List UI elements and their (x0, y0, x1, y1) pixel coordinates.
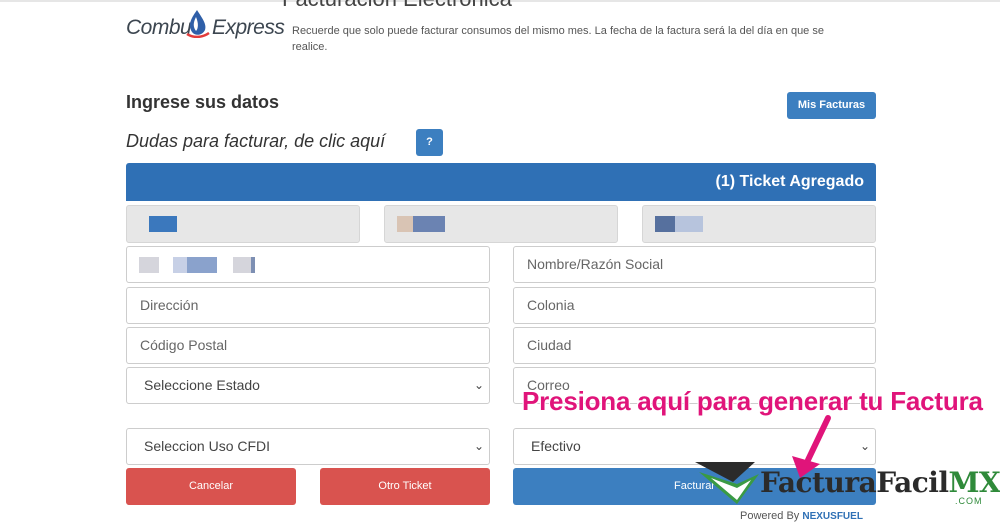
direccion-input[interactable]: Dirección (126, 287, 490, 324)
forma-pago-select-value: Efectivo (531, 438, 581, 454)
help-button[interactable]: ? (416, 129, 443, 156)
colonia-input[interactable]: Colonia (513, 287, 876, 324)
cancelar-button[interactable]: Cancelar (126, 468, 296, 505)
ticket-readonly-field-3 (642, 205, 876, 243)
watermark-suffix: MX (948, 466, 1000, 499)
blurred-value (251, 257, 255, 273)
flame-drop-icon (186, 10, 210, 38)
blurred-value (655, 216, 675, 232)
estado-select-value: Seleccione Estado (144, 377, 260, 393)
mis-facturas-button[interactable]: Mis Facturas (787, 92, 876, 119)
chevron-down-icon: ⌄ (473, 378, 484, 392)
nombre-razon-social-input[interactable]: Nombre/Razón Social (513, 246, 876, 283)
watermark-domain: .COM (955, 496, 983, 506)
powered-by-label: Powered By (740, 510, 800, 522)
codigo-postal-input[interactable]: Código Postal (126, 327, 490, 364)
logo-word-left: Combu (126, 16, 192, 39)
logo-word-right: Express (212, 16, 285, 39)
section-title: Ingrese sus datos (126, 92, 280, 112)
billing-notice: Recuerde que solo puede facturar consumo… (292, 25, 824, 53)
blurred-value (187, 257, 217, 273)
facturafacil-logo-icon (695, 462, 759, 504)
instruction-annotation: Presiona aquí para generar tu Factura (522, 386, 983, 416)
blurred-value (139, 257, 159, 273)
uso-cfdi-select-value: Seleccion Uso CFDI (144, 438, 271, 454)
page-title: Facturación Electrónica (282, 0, 512, 12)
blurred-value (675, 216, 703, 232)
chevron-down-icon: ⌄ (859, 439, 870, 453)
otro-ticket-button[interactable]: Otro Ticket (320, 468, 490, 505)
ticket-readonly-field-2 (384, 205, 618, 243)
blurred-value (397, 216, 413, 232)
chevron-down-icon: ⌄ (473, 439, 484, 453)
blurred-value (233, 257, 251, 273)
estado-select[interactable]: Seleccione Estado ⌄ (126, 367, 490, 404)
ciudad-input[interactable]: Ciudad (513, 327, 876, 364)
watermark-name: FacturaFacil (760, 466, 949, 499)
uso-cfdi-select[interactable]: Seleccion Uso CFDI ⌄ (126, 428, 490, 465)
facturafacil-watermark: FacturaFacilMX (760, 466, 1000, 499)
ticket-added-bar: (1) Ticket Agregado (126, 163, 876, 201)
rfc-input[interactable] (126, 246, 490, 283)
blurred-value (173, 257, 187, 273)
nexusfuel-brand: NEXUSFUEL (802, 511, 863, 522)
blurred-value (149, 216, 177, 232)
powered-by: Powered By NEXUSFUEL (740, 510, 863, 522)
ticket-readonly-field-1 (126, 205, 360, 243)
combu-express-logo: Combu Express (126, 8, 285, 42)
help-link-text[interactable]: Dudas para facturar, de clic aquí (126, 131, 385, 152)
blurred-value (413, 216, 445, 232)
